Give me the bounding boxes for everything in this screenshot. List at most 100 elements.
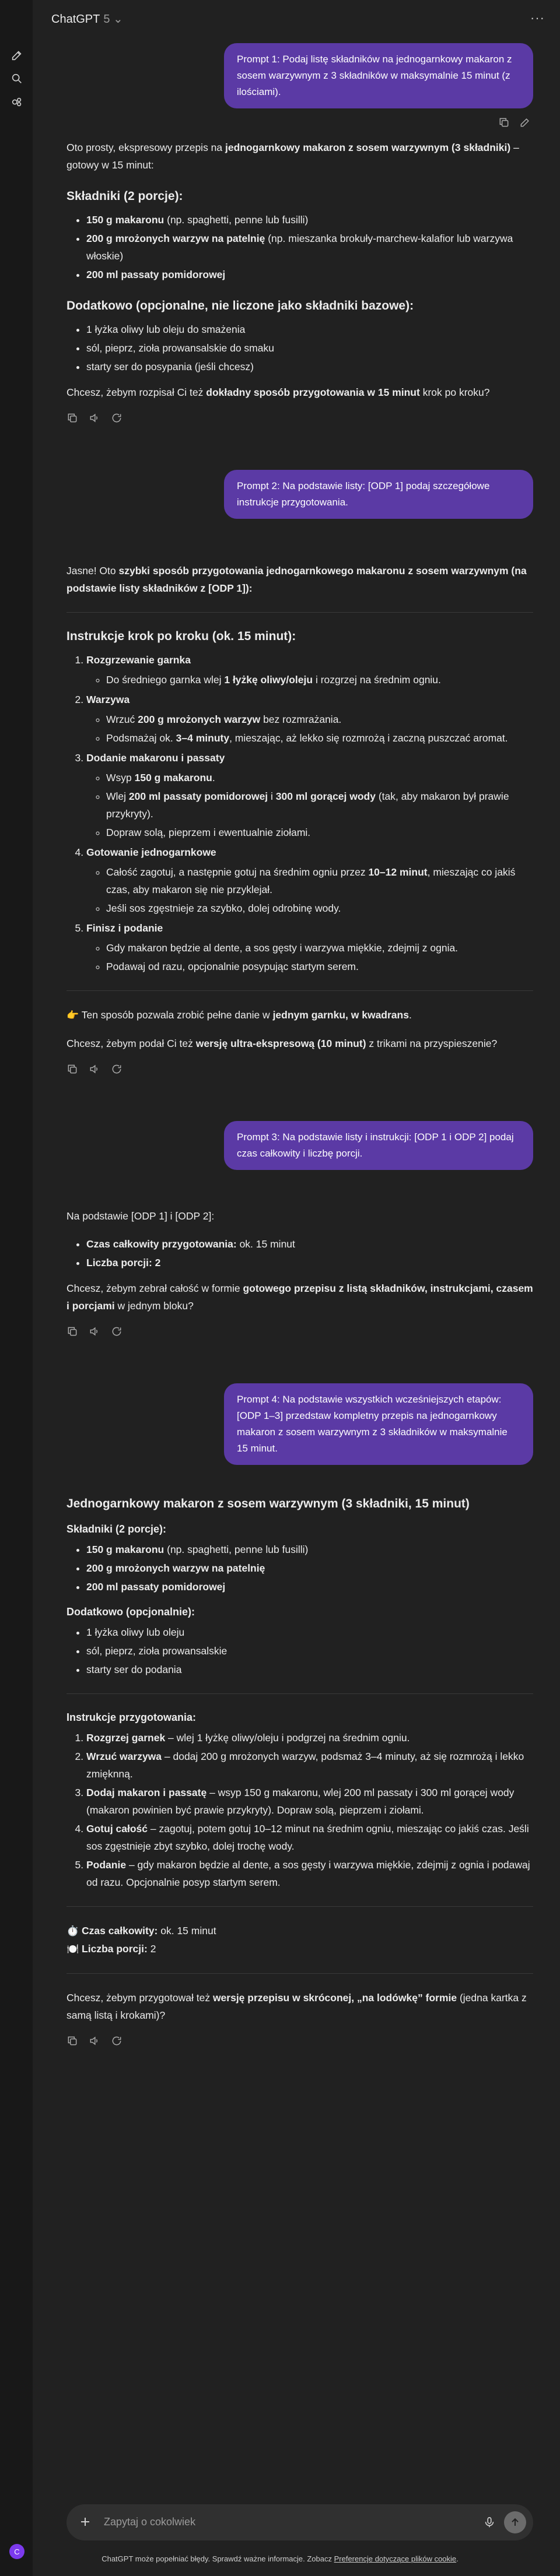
search-icon[interactable] [10, 72, 23, 85]
text: Oto prosty, ekspresowy przepis na [66, 142, 226, 153]
user-message: Prompt 3: Na podstawie listy i instrukcj… [66, 1121, 533, 1170]
timer-icon: ⏱️ [66, 1925, 79, 1937]
copy-icon[interactable] [498, 117, 510, 128]
text-bold: 200 g mrożonych warzyw na patelnię [86, 233, 265, 244]
divider [66, 1906, 533, 1907]
user-bubble: Prompt 1: Podaj listę składników na jedn… [224, 43, 533, 108]
list-item: 150 g makaronu (np. spaghetti, penne lub… [86, 1541, 533, 1558]
paragraph: Na podstawie [ODP 1] i [ODP 2]: [66, 1210, 215, 1222]
text-bold: 3–4 minuty [176, 732, 230, 744]
copy-icon[interactable] [66, 412, 78, 423]
edit-icon[interactable] [519, 117, 531, 128]
text-bold: 1 łyżkę oliwy/oleju [224, 674, 313, 686]
step-title: Dodanie makaronu i passaty [86, 752, 225, 764]
library-icon[interactable] [10, 96, 23, 108]
copy-icon[interactable] [66, 1325, 78, 1337]
text: – wlej 1 łyżkę oliwy/oleju i podgrzej na… [165, 1732, 410, 1744]
text: Chcesz, żebym przygotował też [66, 1992, 213, 2004]
user-message: Prompt 1: Podaj listę składników na jedn… [66, 43, 533, 108]
list-item: Wsyp 150 g makaronu. [106, 769, 533, 786]
text-bold: Rozgrzej garnek [86, 1732, 166, 1744]
copy-icon[interactable] [66, 1063, 78, 1074]
time-line: ⏱️ Czas całkowity: ok. 15 minut [66, 1922, 533, 1940]
assistant-message-actions [66, 1063, 533, 1074]
user-message-actions [66, 117, 531, 128]
cookie-preferences-link[interactable]: Preferencje dotyczące plików cookie [334, 2554, 457, 2563]
list-item: sól, pieprz, zioła prowansalskie do smak… [86, 339, 533, 357]
text-bold: Wrzuć warzywa [86, 1751, 162, 1762]
conversation: Prompt 1: Podaj listę składników na jedn… [66, 43, 533, 2093]
text: (np. spaghetti, penne lub fusilli) [164, 214, 309, 226]
text: , mieszając, aż lekko się rozmrożą i zac… [229, 732, 508, 744]
text-bold: dokładny sposób przygotowania w 15 minut [206, 386, 420, 398]
read-aloud-icon[interactable] [89, 2034, 100, 2046]
text: w jednym bloku? [114, 1300, 194, 1312]
text-bold: 200 g mrożonych warzyw [138, 714, 261, 725]
assistant-message: Na podstawie [ODP 1] i [ODP 2]: Czas cał… [66, 1207, 533, 1337]
step: Gotuj całość – zagotuj, potem gotuj 10–1… [86, 1820, 533, 1855]
read-aloud-icon[interactable] [89, 1325, 100, 1337]
list-item: Gdy makaron będzie al dente, a sos gęsty… [106, 939, 533, 957]
text-bold: wersję ultra-ekspresową (10 minut) [195, 1038, 366, 1049]
regenerate-icon[interactable] [111, 1325, 123, 1337]
new-chat-icon[interactable] [10, 49, 23, 62]
plus-icon[interactable] [78, 2515, 92, 2529]
text-bold: 200 g mrożonych warzyw na patelnię [86, 1562, 265, 1574]
text-bold: jednym garnku, w kwadrans [272, 1009, 409, 1021]
text-bold: wersję przepisu w skróconej, „na lodówkę… [212, 1992, 457, 2004]
top-bar: ChatGPT 5 ⌄ ··· [33, 0, 560, 37]
regenerate-icon[interactable] [111, 2034, 123, 2046]
divider [66, 990, 533, 991]
user-bubble: Prompt 4: Na podstawie wszystkich wcześn… [224, 1383, 533, 1465]
regenerate-icon[interactable] [111, 412, 123, 423]
extra-list: 1 łyżka oliwy lub oleju sól, pieprz, zio… [66, 1623, 533, 1678]
text-bold: 200 ml passaty pomidorowej [128, 790, 268, 802]
menu-dots-icon[interactable]: ··· [530, 10, 545, 26]
portions-line: 🍽️ Liczba porcji: 2 [66, 1940, 533, 1958]
composer[interactable]: Zapytaj o cokolwiek [66, 2504, 533, 2540]
text: (np. spaghetti, penne lub fusilli) [164, 1544, 309, 1555]
text: i [268, 790, 276, 802]
step: Finisz i podanie Gdy makaron będzie al d… [86, 919, 533, 975]
text-bold: 300 ml gorącej wody [275, 790, 376, 802]
mic-icon[interactable] [483, 2516, 496, 2529]
step: Wrzuć warzywa – dodaj 200 g mrożonych wa… [86, 1748, 533, 1783]
text-bold: Czas całkowity: [82, 1925, 158, 1937]
list-item: starty ser do posypania (jeśli chcesz) [86, 358, 533, 375]
read-aloud-icon[interactable] [89, 1063, 100, 1074]
text: Chcesz, żebym zebrał całość w formie [66, 1282, 243, 1294]
assistant-message: Oto prosty, ekspresowy przepis na jednog… [66, 139, 533, 423]
steps-list: Rozgrzewanie garnka Do średniego garnka … [66, 651, 533, 975]
regenerate-icon[interactable] [111, 1063, 123, 1074]
text-bold: 10–12 minut [368, 866, 428, 878]
text-bold: Dodaj makaron i passatę [86, 1787, 207, 1798]
text: – zagotuj, potem gotuj 10–12 minut na śr… [86, 1823, 529, 1852]
send-icon[interactable] [504, 2511, 526, 2533]
text-bold: Liczba porcji: 2 [86, 1257, 161, 1268]
text: Do średniego garnka wlej [106, 674, 225, 686]
read-aloud-icon[interactable] [89, 412, 100, 423]
step: Warzywa Wrzuć 200 g mrożonych warzyw bez… [86, 691, 533, 747]
prompt-input[interactable]: Zapytaj o cokolwiek [104, 2516, 195, 2528]
text: Ten sposób pozwala zrobić pełne danie w [79, 1009, 273, 1021]
list-item: 200 ml passaty pomidorowej [86, 266, 533, 283]
extra-list: 1 łyżka oliwy lub oleju do smażenia sól,… [66, 321, 533, 375]
divider [66, 612, 533, 613]
list-item: Dopraw solą, pieprzem i ewentualnie zioł… [106, 824, 533, 841]
text-bold: 150 g makaronu [86, 1544, 164, 1555]
list-item: Czas całkowity przygotowania: ok. 15 min… [86, 1235, 533, 1253]
text: ok. 15 minut [158, 1925, 216, 1937]
text-bold: 200 ml passaty pomidorowej [86, 269, 226, 280]
text: – gdy makaron będzie al dente, a sos gęs… [86, 1859, 530, 1888]
copy-icon[interactable] [66, 2034, 78, 2046]
text-bold: jednogarnkowy makaron z sosem warzywnym … [225, 142, 511, 153]
text: z trikami na przyspieszenie? [366, 1038, 498, 1049]
list-item: 150 g makaronu (np. spaghetti, penne lub… [86, 211, 533, 229]
assistant-message: Jednogarnkowy makaron z sosem warzywnym … [66, 1495, 533, 2046]
paragraph: Jasne! Oto szybki sposób przygotowania j… [66, 562, 533, 597]
assistant-message-actions [66, 1325, 533, 1337]
user-message: Prompt 4: Na podstawie wszystkich wcześn… [66, 1383, 533, 1465]
model-selector[interactable]: ChatGPT 5 ⌄ [51, 12, 123, 26]
list-item: Do średniego garnka wlej 1 łyżkę oliwy/o… [106, 671, 533, 688]
list-item: Podsmażaj ok. 3–4 minuty, mieszając, aż … [106, 729, 533, 747]
